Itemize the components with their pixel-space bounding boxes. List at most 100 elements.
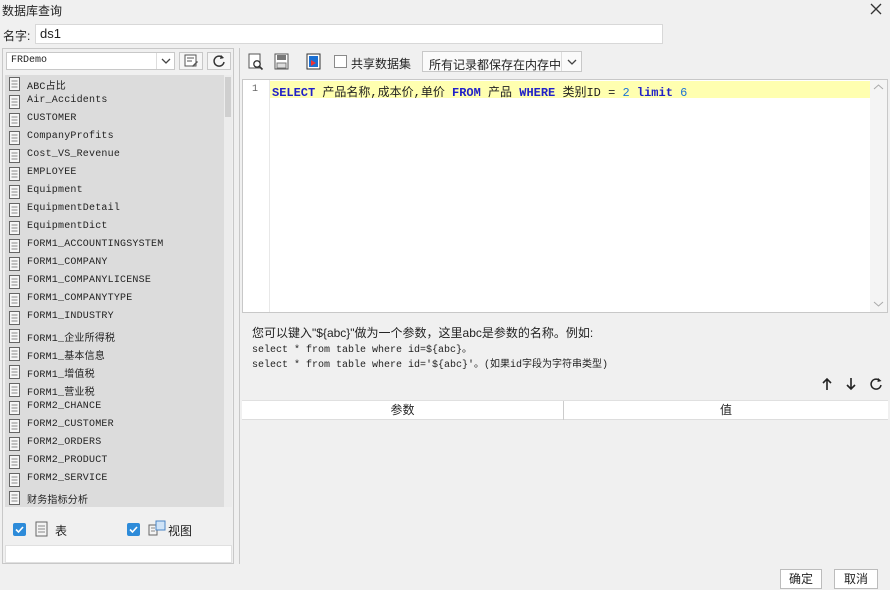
table-list-item[interactable]: FORM1_INDUSTRY <box>5 309 225 327</box>
preview-icon[interactable] <box>246 52 266 72</box>
table-name: FORM1_COMPANYTYPE <box>27 293 133 304</box>
editor-scrollbar[interactable] <box>870 80 887 312</box>
scrollbar-thumb[interactable] <box>225 77 231 117</box>
table-list-item[interactable]: CompanyProfits <box>5 129 225 147</box>
refresh-icon <box>213 55 225 67</box>
ok-button[interactable]: 确定 <box>780 569 822 589</box>
table-list-item[interactable]: FORM2_CUSTOMER <box>5 417 225 435</box>
table-list-item[interactable]: FORM2_SERVICE <box>5 471 225 489</box>
table-name: EquipmentDetail <box>27 203 121 214</box>
table-browser-panel: FRDemo 财务指标分析 FORM2_SERVICE FORM2_PRODUCT F… <box>2 48 234 564</box>
table-icon <box>9 419 20 433</box>
line-gutter: 1 <box>243 80 270 312</box>
share-dataset-label: 共享数据集 <box>351 57 412 71</box>
edit-connection-icon <box>184 54 198 67</box>
sql-number: 2 <box>622 86 630 100</box>
sql-text: 产品 <box>480 86 520 100</box>
refresh-params-icon[interactable] <box>869 377 883 391</box>
table-name: EMPLOYEE <box>27 167 77 178</box>
move-down-icon[interactable] <box>844 377 858 391</box>
move-up-icon[interactable] <box>820 377 834 391</box>
table-list-item[interactable]: Air_Accidents <box>5 93 225 111</box>
scroll-up-icon[interactable] <box>873 83 884 91</box>
table-list-item[interactable]: EquipmentDict <box>5 219 225 237</box>
table-icon <box>9 203 20 217</box>
title-bar: 数据库查询 <box>0 0 890 20</box>
table-filter-label: 表 <box>55 524 68 538</box>
table-name: FORM1_INDUSTRY <box>27 311 114 322</box>
edit-connection-button[interactable] <box>179 52 203 70</box>
table-icon <box>9 401 20 415</box>
table-list-item[interactable]: 财务指标分析 <box>5 489 225 507</box>
table-list-scrollbar[interactable] <box>224 75 232 507</box>
sql-keyword: FROM <box>452 86 481 100</box>
value-column-header: 值 <box>719 403 732 417</box>
table-name: FORM2_ORDERS <box>27 437 102 448</box>
query-panel: 共享数据集 所有记录都保存在内存中 1 SELECT 产品名称,成本价,单价 F… <box>239 48 890 564</box>
table-search-input[interactable] <box>5 545 232 563</box>
table-list-item[interactable]: FORM1_基本信息 <box>5 345 225 363</box>
share-dataset-checkbox[interactable] <box>334 55 347 68</box>
close-icon[interactable] <box>868 1 884 17</box>
table-icon <box>9 491 20 505</box>
table-icon <box>9 473 20 487</box>
table-list-item[interactable]: FORM1_COMPANY <box>5 255 225 273</box>
table-name: FORM2_PRODUCT <box>27 455 108 466</box>
table-list-item[interactable]: FORM1_ACCOUNTINGSYSTEM <box>5 237 225 255</box>
table-icon <box>9 185 20 199</box>
table-name: FORM1_基本信息 <box>27 352 106 363</box>
table-list-item[interactable]: FORM1_营业税 <box>5 381 225 399</box>
table-name: FORM1_增值税 <box>27 370 95 381</box>
chevron-down-icon <box>561 52 581 71</box>
parameters-table-header: 参数 值 <box>242 401 888 420</box>
table-list-item[interactable]: FORM1_企业所得税 <box>5 327 225 345</box>
view-checkbox[interactable] <box>127 523 140 536</box>
scroll-down-icon[interactable] <box>873 300 884 308</box>
table-name: FORM2_CUSTOMER <box>27 419 114 430</box>
save-sql-icon[interactable] <box>272 52 292 72</box>
sql-keyword: WHERE <box>519 86 556 100</box>
table-icon <box>9 347 20 361</box>
table-list-item[interactable]: EMPLOYEE <box>5 165 225 183</box>
table-icon <box>9 329 20 343</box>
table-list-item[interactable]: FORM2_ORDERS <box>5 435 225 453</box>
table-name: EquipmentDict <box>27 221 108 232</box>
table-name: FORM1_COMPANY <box>27 257 108 268</box>
cancel-button[interactable]: 取消 <box>834 569 878 589</box>
table-list-item[interactable]: ABC占比 <box>5 75 225 93</box>
param-hint-line2: select * from table where id=${abc}。 <box>252 345 473 356</box>
table-icon <box>9 221 20 235</box>
sql-keyword: limit <box>629 86 681 100</box>
table-list-item[interactable]: Equipment <box>5 183 225 201</box>
database-select[interactable]: FRDemo <box>6 52 175 70</box>
table-list-item[interactable]: FORM2_CHANCE <box>5 399 225 417</box>
table-name: FORM1_企业所得税 <box>27 334 116 345</box>
table-name: 财务指标分析 <box>27 496 89 507</box>
view-filter-label: 视图 <box>168 524 193 538</box>
table-list-item[interactable]: FORM2_PRODUCT <box>5 453 225 471</box>
table-icon <box>9 113 20 127</box>
window-title: 数据库查询 <box>2 4 63 18</box>
table-icon <box>9 437 20 451</box>
sql-template-icon[interactable] <box>304 52 324 72</box>
table-list-item[interactable]: EquipmentDetail <box>5 201 225 219</box>
table-name: Cost_VS_Revenue <box>27 149 121 160</box>
table-list-item[interactable]: FORM1_COMPANYLICENSE <box>5 273 225 291</box>
table-list-item[interactable]: CUSTOMER <box>5 111 225 129</box>
table-icon <box>9 167 20 181</box>
cache-mode-select[interactable]: 所有记录都保存在内存中 <box>422 51 582 72</box>
table-list-item[interactable]: Cost_VS_Revenue <box>5 147 225 165</box>
table-icon <box>9 257 20 271</box>
name-label: 名字: <box>3 29 31 43</box>
refresh-tables-button[interactable] <box>207 52 231 70</box>
sql-editor[interactable]: 1 SELECT 产品名称,成本价,单价 FROM 产品 WHERE 类别ID … <box>242 79 888 313</box>
table-icon <box>9 455 20 469</box>
table-name: FORM1_ACCOUNTINGSYSTEM <box>27 239 164 250</box>
table-list-item[interactable]: FORM1_COMPANYTYPE <box>5 291 225 309</box>
name-input[interactable]: ds1 <box>35 24 663 44</box>
table-checkbox[interactable] <box>13 523 26 536</box>
table-list-item[interactable]: FORM1_增值税 <box>5 363 225 381</box>
param-hint-line3: select * from table where id='${abc}'。(如… <box>252 360 609 371</box>
table-icon <box>9 311 20 325</box>
table-name: Equipment <box>27 185 83 196</box>
